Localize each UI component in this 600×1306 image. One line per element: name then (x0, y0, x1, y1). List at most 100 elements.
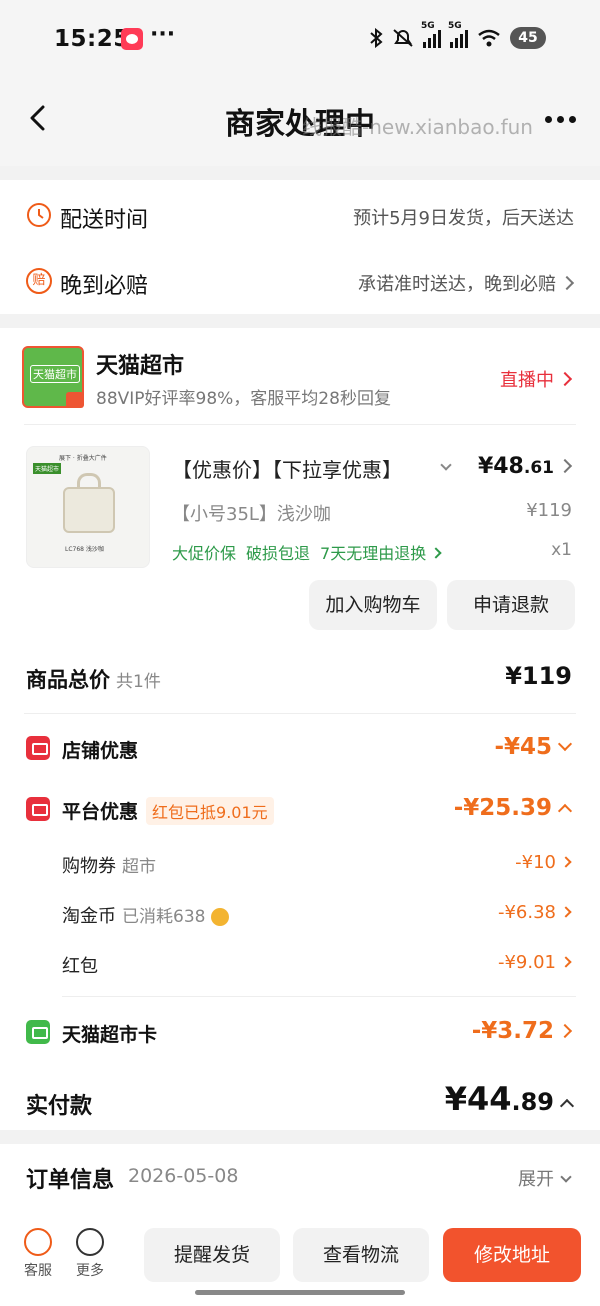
live-badge-icon (66, 392, 84, 408)
more-label: 更多 (76, 1263, 104, 1279)
redpacket-amount[interactable]: -¥9.01 (498, 952, 572, 973)
request-refund-button[interactable]: 申请退款 (447, 580, 575, 630)
app-notification-icon (121, 28, 143, 50)
service-tags[interactable]: 大促价保 破损包退 7天无理由退换 (172, 540, 450, 564)
total-label: 商品总价 共1件 (26, 664, 161, 694)
store-discount-value: -¥45 (494, 734, 552, 760)
chevron-right-icon (560, 956, 572, 968)
paid-integer: ¥44 (444, 1080, 512, 1118)
customer-service-button[interactable]: 客服 (18, 1228, 58, 1280)
service-tag: 大促价保 (172, 544, 237, 563)
coin-amount[interactable]: -¥6.38 (498, 902, 572, 923)
divider (24, 713, 576, 714)
order-info-label: 订单信息 (26, 1168, 115, 1193)
add-to-cart-button[interactable]: 加入购物车 (309, 580, 437, 630)
more-options-icon[interactable] (545, 116, 576, 123)
chevron-down-icon (557, 736, 573, 752)
late-compensation-value: 承诺准时送达，晚到必赔 (358, 274, 556, 295)
chevron-right-icon (560, 856, 572, 868)
platform-discount-label-text: 平台优惠 (62, 801, 139, 823)
paid-amount[interactable]: ¥44.89 (444, 1080, 575, 1118)
platform-discount-amount[interactable]: -¥25.39 (454, 795, 573, 821)
red-packet-badge: 红包已抵9.01元 (146, 797, 274, 825)
coin-icon (211, 908, 230, 926)
supermarket-card-label: 天猫超市卡 (62, 1024, 158, 1046)
delivery-time-label: 配送时间 (60, 208, 149, 233)
expand-button[interactable]: 展开 (518, 1165, 572, 1191)
order-info-card: 订单信息 2026-05-08 展开 (0, 1144, 600, 1214)
store-subtitle: 88VIP好评率98%，客服平均28秒回复 (96, 389, 391, 409)
chevron-right-icon (557, 1023, 573, 1039)
more-dots-icon (76, 1228, 104, 1256)
store-logo[interactable]: 天猫超市 (22, 346, 84, 408)
store-discount-amount[interactable]: -¥45 (494, 734, 573, 760)
clock-icon (27, 203, 51, 227)
supermarket-card-value: -¥3.72 (471, 1018, 554, 1044)
bag-shape (63, 487, 115, 533)
product-image[interactable]: 展下 · 折叠大广件 天猫超市 LC768 浅沙咖 (26, 446, 150, 568)
chevron-down-icon (560, 1171, 572, 1183)
mute-icon (393, 29, 413, 47)
expand-label: 展开 (518, 1169, 554, 1190)
order-date: 2026-05-08 (128, 1165, 239, 1187)
late-compensation-label: 晚到必赔 (60, 274, 149, 299)
platform-discount-label: 平台优惠 红包已抵9.01元 (62, 797, 274, 825)
remind-ship-button[interactable]: 提醒发货 (144, 1228, 280, 1282)
home-indicator[interactable] (195, 1290, 405, 1295)
chevron-up-icon (557, 803, 573, 819)
paid-label: 实付款 (26, 1094, 93, 1119)
total-count: 共1件 (116, 672, 161, 692)
paid-decimal: .89 (511, 1088, 554, 1116)
delivery-time-value: 预计5月9日发货，后天送达 (353, 208, 574, 229)
chevron-right-icon (430, 547, 442, 559)
store-logo-text: 天猫超市 (30, 365, 80, 383)
nav-bar: 商家处理中 线报酷-new.xianbao.fun (0, 80, 600, 166)
coin-label: 淘金币 已消耗638 (62, 902, 230, 928)
service-tag: 7天无理由退换 (320, 544, 427, 563)
product-image-caption: LC768 浅沙咖 (65, 546, 104, 553)
more-button[interactable]: 更多 (70, 1228, 110, 1280)
product-price[interactable]: ¥48.61 (477, 454, 573, 479)
network-type-label-2: 5G (448, 21, 462, 31)
price-integer: ¥48 (477, 454, 524, 479)
chevron-right-icon (560, 906, 572, 918)
signal-icon: 5G (421, 21, 441, 48)
chevron-right-icon (557, 458, 573, 474)
store-discount-label: 店铺优惠 (62, 740, 139, 762)
price-decimal: .61 (523, 458, 554, 478)
status-icons: 5G 5G 45 (369, 21, 546, 49)
view-logistics-button[interactable]: 查看物流 (293, 1228, 429, 1282)
divider (62, 996, 576, 997)
chevron-right-icon (559, 275, 575, 291)
coupon-label: 购物券 超市 (62, 852, 156, 878)
supermarket-card-amount[interactable]: -¥3.72 (471, 1018, 573, 1044)
coin-sub: 已消耗638 (122, 907, 206, 927)
chevron-right-icon (557, 371, 573, 387)
chevron-down-icon[interactable] (440, 459, 452, 471)
coupon-amount[interactable]: -¥10 (515, 852, 572, 873)
network-type-label: 5G (421, 21, 435, 31)
coupon-sub: 超市 (122, 857, 156, 877)
total-amount: ¥119 (505, 662, 572, 690)
coin-label-text: 淘金币 (62, 906, 116, 927)
customer-service-icon (24, 1228, 52, 1256)
service-tag: 破损包退 (246, 544, 311, 563)
late-compensation-icon: 赔 (26, 268, 52, 294)
modify-address-button[interactable]: 修改地址 (443, 1228, 581, 1282)
total-label-text: 商品总价 (26, 668, 110, 692)
wifi-icon (478, 29, 500, 47)
delivery-card: 配送时间 预计5月9日发货，后天送达 赔 晚到必赔 承诺准时送达，晚到必赔 (0, 180, 600, 314)
product-original-price: ¥119 (526, 500, 572, 521)
status-time: 15:25 (54, 26, 130, 52)
bluetooth-icon (370, 28, 383, 48)
product-quantity: x1 (551, 540, 572, 560)
store-name[interactable]: 天猫超市 (96, 348, 184, 380)
product-title[interactable]: 【优惠价】【下拉享优惠】 (172, 454, 402, 483)
product-image-top-text: 展下 · 折叠大广件 (59, 455, 107, 462)
battery-indicator: 45 (510, 27, 546, 49)
store-discount-icon (26, 736, 50, 760)
live-link[interactable]: 直播中 (500, 366, 573, 392)
late-compensation-link[interactable]: 承诺准时送达，晚到必赔 (358, 270, 575, 296)
order-card: 天猫超市 天猫超市 88VIP好评率98%，客服平均28秒回复 直播中 展下 ·… (0, 328, 600, 1130)
coupon-value: -¥10 (515, 852, 556, 873)
